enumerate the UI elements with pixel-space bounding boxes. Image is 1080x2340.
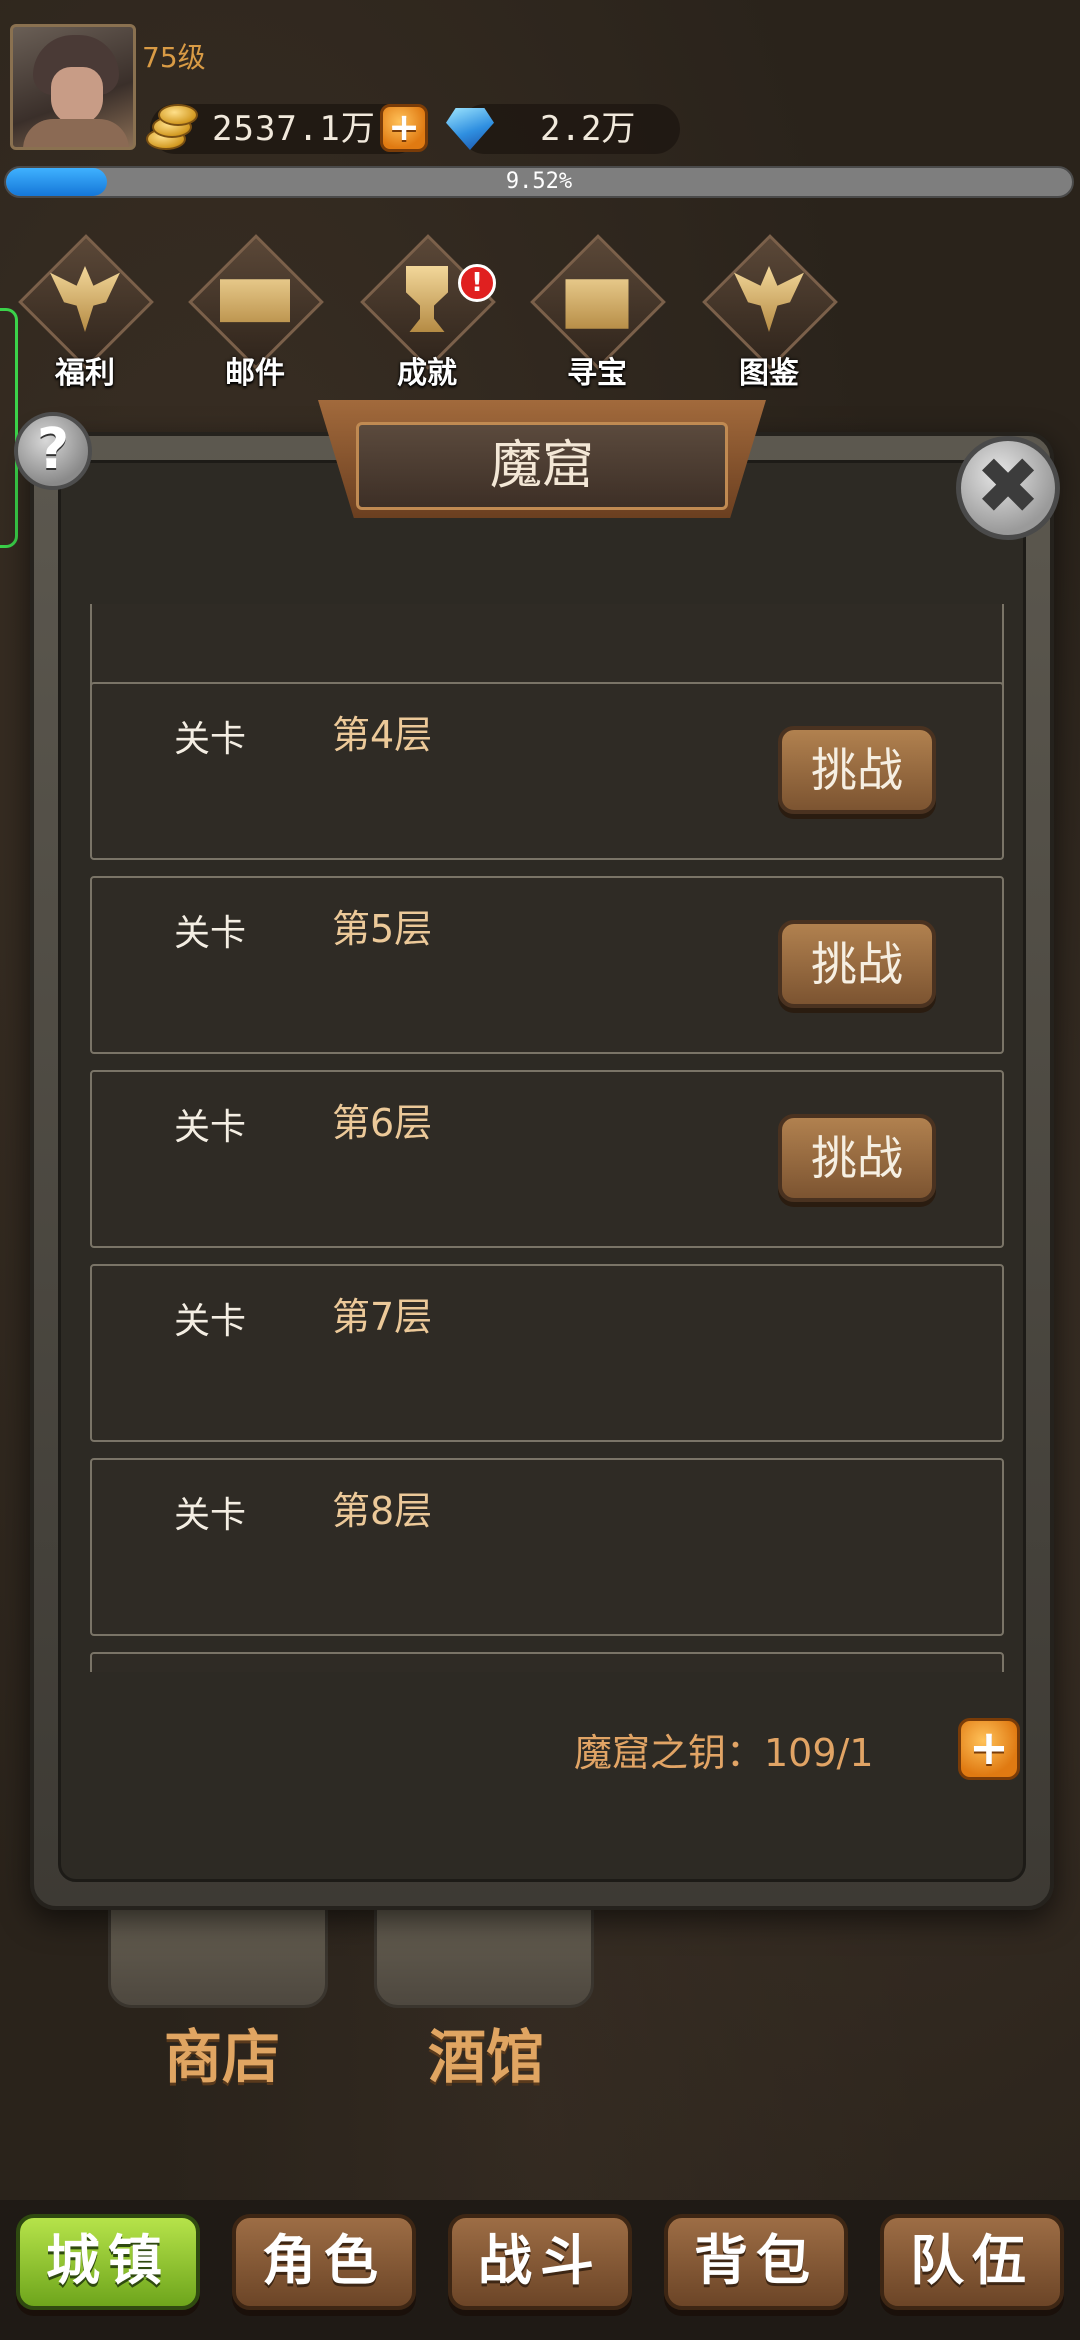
floor-label: 第4层 <box>332 713 433 757</box>
floor-label: 第7层 <box>332 1295 433 1339</box>
add-key-button[interactable]: + <box>958 1718 1020 1780</box>
modal-title: 魔窟 <box>489 436 594 496</box>
level-row: 关卡 第4层 挑战 <box>90 682 1004 860</box>
avatar-face <box>51 67 103 125</box>
tavern-label: 酒馆 <box>428 2023 545 2091</box>
floor-label: 第8层 <box>332 1489 433 1533</box>
feature-welfare[interactable]: 福利 <box>18 234 154 391</box>
level-label: 关卡 <box>174 719 247 760</box>
list-item <box>90 1652 1004 1672</box>
close-button[interactable]: ✖ <box>956 436 1060 540</box>
feature-mail[interactable]: 邮件 <box>188 234 324 391</box>
level-label: 关卡 <box>174 913 247 954</box>
challenge-button[interactable]: 挑战 <box>778 726 936 814</box>
level-label: 关卡 <box>174 1495 247 1536</box>
add-gold-button[interactable]: + <box>380 104 428 152</box>
nav-character[interactable]: 角色 <box>232 2214 416 2310</box>
gold-amount: 2537.1万 <box>212 109 376 149</box>
top-bar: 75级 2537.1万 + 2.2万 9.52% <box>0 0 1080 200</box>
gold-coin-icon <box>142 104 198 154</box>
feature-treasure[interactable]: 寻宝 <box>530 234 666 391</box>
exp-bar: 9.52% <box>4 166 1074 198</box>
level-label: 关卡 <box>174 1301 247 1342</box>
side-panel-tab[interactable] <box>0 308 18 548</box>
challenge-button[interactable]: 挑战 <box>778 1114 936 1202</box>
level-label: 关卡 <box>174 1107 247 1148</box>
level-row: 关卡 第5层 挑战 <box>90 876 1004 1054</box>
dungeon-key-count: 魔窟之钥：109/1 <box>574 1731 874 1775</box>
shop-label: 商店 <box>164 2023 281 2091</box>
feature-codex[interactable]: 图鉴 <box>702 234 838 391</box>
nav-battle[interactable]: 战斗 <box>448 2214 632 2310</box>
level-list[interactable]: 关卡 第4层 挑战 关卡 第5层 挑战 关卡 第6层 挑战 关卡 第7层 关卡 … <box>84 604 1010 1672</box>
feature-achievement[interactable]: ! 成就 <box>360 234 496 391</box>
feature-label: 成就 <box>397 356 457 391</box>
floor-label: 第5层 <box>332 907 433 951</box>
avatar[interactable] <box>10 24 136 150</box>
feature-label: 图鉴 <box>739 356 799 391</box>
feature-label: 邮件 <box>225 356 285 391</box>
level-row: 关卡 第8层 <box>90 1458 1004 1636</box>
feature-label: 福利 <box>55 356 115 391</box>
floor-label: 第6层 <box>332 1101 433 1145</box>
feature-label: 寻宝 <box>567 356 627 391</box>
level-row: 关卡 第6层 挑战 <box>90 1070 1004 1248</box>
alert-badge: ! <box>458 264 496 302</box>
player-level: 75级 <box>142 41 206 74</box>
help-button[interactable]: ? <box>14 412 92 490</box>
gem-amount: 2.2万 <box>540 109 636 149</box>
level-row: 关卡 第7层 <box>90 1264 1004 1442</box>
avatar-body <box>23 119 129 147</box>
nav-team[interactable]: 队伍 <box>880 2214 1064 2310</box>
nav-town[interactable]: 城镇 <box>16 2214 200 2310</box>
nav-backpack[interactable]: 背包 <box>664 2214 848 2310</box>
exp-percent: 9.52% <box>505 169 573 194</box>
challenge-button[interactable]: 挑战 <box>778 920 936 1008</box>
